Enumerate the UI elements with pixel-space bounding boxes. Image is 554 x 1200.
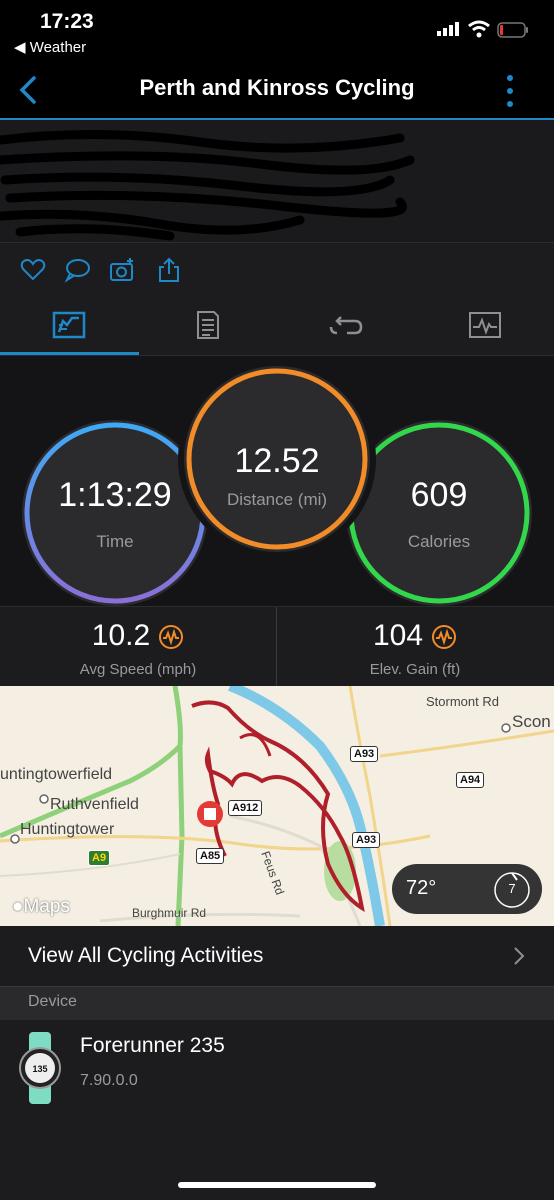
wifi-icon	[468, 20, 490, 38]
status-bar: 17:23 ◀ Weather	[0, 0, 554, 62]
tab-stats[interactable]	[0, 297, 139, 355]
map-label-stormont: Stormont Rd	[426, 694, 499, 709]
more-options-icon[interactable]	[500, 72, 520, 110]
back-to-app-link[interactable]: ◀ Weather	[14, 38, 86, 56]
details-tab-icon	[197, 311, 219, 339]
share-icon[interactable]	[156, 257, 182, 283]
home-indicator[interactable]	[178, 1182, 376, 1188]
road-a912: A912	[228, 800, 263, 816]
tab-details[interactable]	[138, 297, 276, 355]
road-a9: A9	[88, 850, 111, 866]
device-name: Forerunner 235	[80, 1034, 225, 1057]
time-ring: 1:13:29 Time	[22, 420, 208, 606]
elev-gain-value: 104	[372, 619, 424, 652]
nav-bar: Perth and Kinross Cycling	[0, 62, 554, 120]
tab-laps[interactable]	[277, 297, 415, 355]
page-title: Perth and Kinross Cycling	[139, 75, 415, 100]
calories-value: 609	[410, 476, 468, 514]
calories-label: Calories	[407, 532, 471, 551]
distance-label: Distance (mi)	[226, 490, 328, 509]
activity-tabs	[0, 297, 554, 356]
map-label-huntingtowerfield: untingtowerfield	[0, 766, 113, 783]
map-label-burghmuir: Burghmuir Rd	[132, 906, 207, 920]
stats-tab-icon	[52, 311, 86, 339]
view-all-cycling-row[interactable]: View All Cycling Activities	[0, 926, 554, 986]
distance-value: 12.52	[234, 442, 320, 480]
road-a94: A94	[456, 772, 485, 788]
avg-speed-label: Avg Speed (mph)	[79, 661, 197, 678]
elevation-metric[interactable]: 104 Elev. Gain (ft)	[277, 607, 553, 687]
distance-ring: 12.52 Distance (mi)	[184, 366, 370, 552]
watch-icon: 135	[19, 1032, 61, 1104]
road-a93-top: A93	[350, 746, 379, 762]
avg-speed-metric[interactable]: 10.2 Avg Speed (mph)	[0, 607, 276, 687]
battery-icon	[497, 22, 528, 38]
apple-logo-icon: ●	[12, 896, 24, 917]
maps-attribution: ●Maps	[12, 896, 70, 917]
device-version: 7.90.0.0	[80, 1072, 138, 1089]
map-label-ruthvenfield: Ruthvenfield	[50, 796, 139, 813]
time-value: 1:13:29	[58, 476, 172, 514]
device-header-label: Device	[28, 993, 77, 1010]
elev-gain-label: Elev. Gain (ft)	[369, 661, 461, 678]
chevron-right-icon	[514, 947, 525, 965]
map-label-scone: Scon	[512, 712, 551, 731]
status-time: 17:23	[40, 10, 94, 33]
view-all-label: View All Cycling Activities	[28, 944, 264, 967]
redacted-activity-header	[0, 120, 554, 242]
action-bar	[0, 242, 554, 298]
map-label-huntingtower: Huntingtower	[20, 821, 115, 838]
redaction-scribble	[0, 129, 415, 241]
wind-speed: 7	[508, 881, 516, 896]
device-section-header: Device	[0, 986, 554, 1022]
avg-speed-value: 10.2	[91, 619, 151, 652]
device-row[interactable]: 135 Forerunner 235 7.90.0.0	[0, 1020, 554, 1115]
route-map[interactable]: Stormont Rd Scon untingtowerfield Ruthve…	[0, 686, 554, 926]
calories-ring: 609 Calories	[346, 420, 532, 606]
comment-icon[interactable]	[64, 257, 90, 283]
road-a85: A85	[196, 848, 225, 864]
cellular-signal-icon	[437, 22, 459, 36]
elevation-wave-icon	[432, 625, 457, 650]
like-heart-icon[interactable]	[20, 257, 46, 283]
charts-tab-icon	[469, 312, 501, 338]
add-photo-icon[interactable]	[110, 257, 136, 283]
weather-temp: 72°	[406, 877, 437, 899]
time-label: Time	[96, 532, 134, 551]
tab-charts[interactable]	[416, 297, 554, 355]
metrics-row: 10.2 Avg Speed (mph) 104 Elev. Gain (ft)	[0, 606, 554, 687]
svg-text:135: 135	[32, 1064, 47, 1074]
summary-rings: 1:13:29 Time 609 Calories 12.52 Distance…	[0, 356, 554, 606]
speed-wave-icon	[159, 625, 184, 650]
road-a93-bottom: A93	[352, 832, 381, 848]
active-tab-indicator	[0, 352, 139, 355]
weather-pill: 72° 7	[392, 864, 542, 914]
laps-tab-icon	[329, 316, 363, 335]
